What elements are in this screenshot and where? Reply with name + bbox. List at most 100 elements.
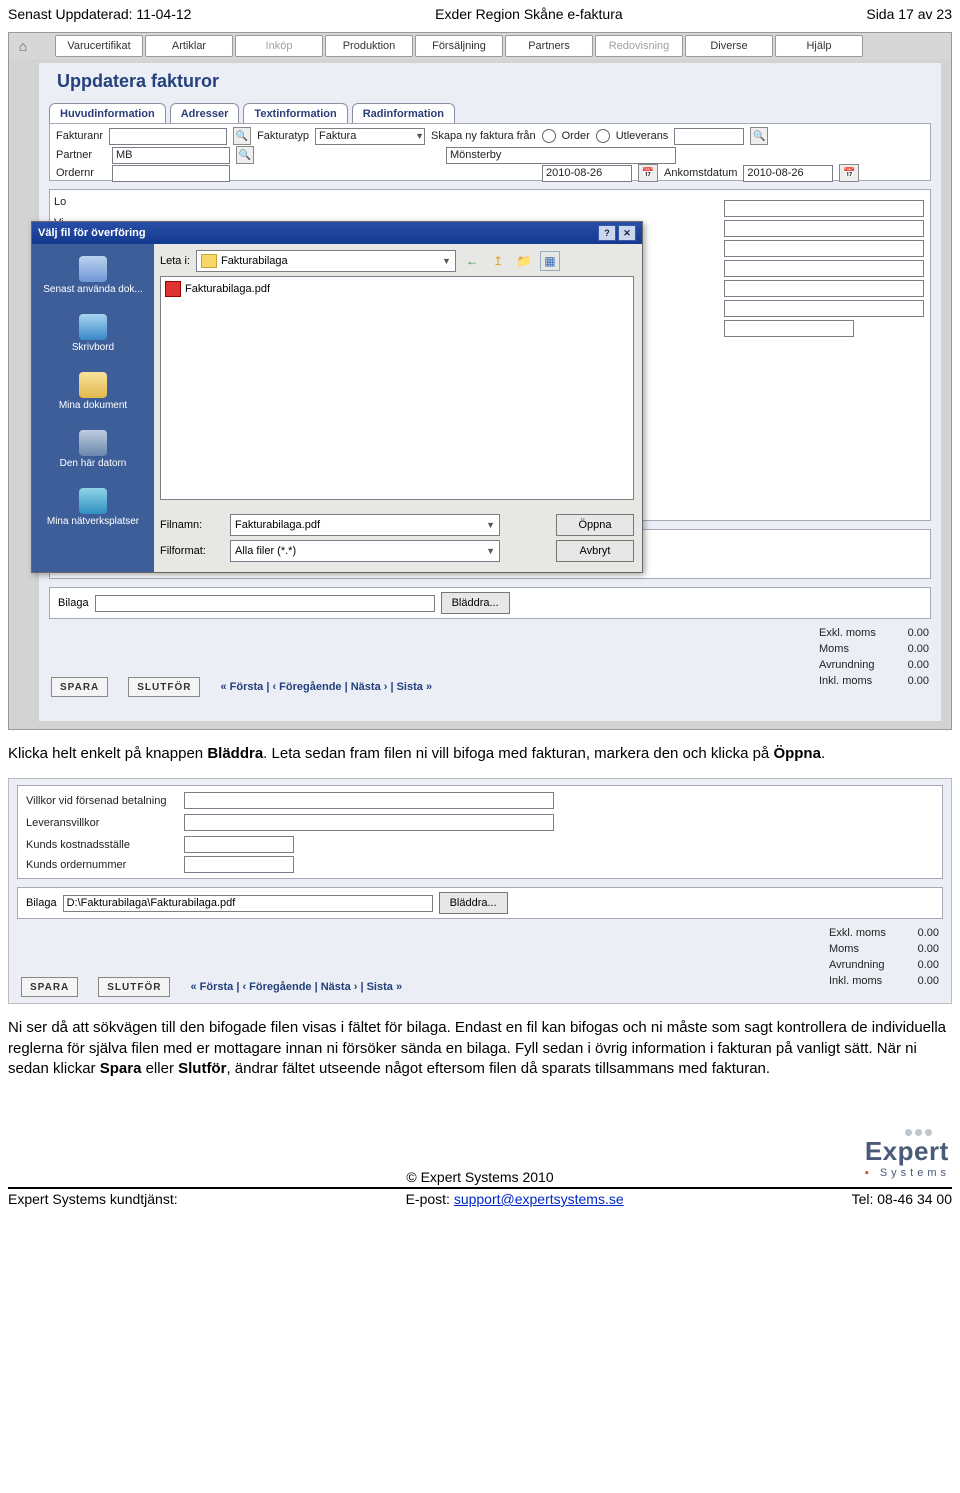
- menu-varucertifikat[interactable]: Varucertifikat: [55, 35, 143, 57]
- menu-inkop[interactable]: Inköp: [235, 35, 323, 57]
- calendar-icon[interactable]: 📅: [638, 164, 658, 182]
- paragraph-1: Klicka helt enkelt på knappen Bläddra. L…: [0, 740, 960, 764]
- side-network[interactable]: Mina nätverksplatser: [32, 478, 154, 536]
- menu-forsaljning[interactable]: Försäljning: [415, 35, 503, 57]
- foot-right: Tel: 08-46 34 00: [852, 1191, 952, 1207]
- browse-button-2[interactable]: Bläddra...: [439, 892, 508, 914]
- file-list[interactable]: Fakturabilaga.pdf: [160, 276, 634, 500]
- dialog-sidebar: Senast använda dok... Skrivbord Mina dok…: [32, 244, 154, 572]
- inp-ordernummer2[interactable]: [184, 856, 294, 873]
- view-icon[interactable]: ▦: [540, 251, 560, 271]
- field-right[interactable]: [724, 320, 854, 337]
- field-right[interactable]: [724, 220, 924, 237]
- tab-adresser[interactable]: Adresser: [170, 103, 240, 124]
- menu-produktion[interactable]: Produktion: [325, 35, 413, 57]
- finish-button-2[interactable]: SLUTFÖR: [98, 977, 170, 997]
- browse-button[interactable]: Bläddra...: [441, 592, 510, 614]
- up-icon[interactable]: ↥: [488, 251, 508, 271]
- inp-monsterby[interactable]: Mönsterby: [446, 147, 676, 164]
- lbl-fakturanr: Fakturanr: [56, 130, 103, 142]
- page-title: Uppdatera fakturor: [57, 71, 219, 92]
- side-recent[interactable]: Senast använda dok...: [32, 246, 154, 304]
- file-dialog: Välj fil för överföring ? ✕ Senast använ…: [31, 221, 643, 573]
- save-button[interactable]: SPARA: [51, 677, 108, 697]
- dialog-title: Välj fil för överföring: [38, 227, 146, 239]
- fileformat-dropdown[interactable]: Alla filer (*.*)▼: [230, 540, 500, 562]
- filename-input[interactable]: Fakturabilaga.pdf▼: [230, 514, 500, 536]
- lbl-ordernr: Ordernr: [56, 167, 106, 179]
- screenshot-1: ⌂ Varucertifikat Artiklar Inköp Produkti…: [8, 32, 952, 730]
- inp-leveransvillkor[interactable]: [184, 814, 554, 831]
- tab-huvudinformation[interactable]: Huvudinformation: [49, 103, 166, 124]
- file-item[interactable]: Fakturabilaga.pdf: [165, 281, 629, 297]
- foot-left: Expert Systems kundtjänst:: [8, 1191, 178, 1207]
- inp-villkor[interactable]: [184, 792, 554, 809]
- inp-partner[interactable]: MB: [112, 147, 230, 164]
- save-button-2[interactable]: SPARA: [21, 977, 78, 997]
- inp-ordernr[interactable]: [112, 165, 230, 182]
- search-icon-3[interactable]: 🔍: [236, 146, 254, 164]
- home-icon[interactable]: ⌂: [13, 36, 33, 56]
- inp-date2[interactable]: 2010-08-26: [743, 165, 833, 182]
- lbl-ordernummer2: Kunds ordernummer: [26, 859, 184, 871]
- doc-page: Sida 17 av 23: [866, 6, 952, 22]
- search-icon-2[interactable]: 🔍: [750, 127, 768, 145]
- side-desktop[interactable]: Skrivbord: [32, 304, 154, 362]
- email-link[interactable]: support@expertsystems.se: [454, 1191, 624, 1207]
- close-icon[interactable]: ✕: [618, 225, 636, 241]
- sel-fakturatyp[interactable]: Faktura▼: [315, 128, 425, 145]
- tab-radinformation[interactable]: Radinformation: [352, 103, 455, 124]
- help-icon[interactable]: ?: [598, 225, 616, 241]
- lbl-leta-i: Leta i:: [160, 255, 190, 267]
- folder-dropdown[interactable]: Fakturabilaga▼: [196, 250, 456, 272]
- radio-order[interactable]: [542, 129, 556, 143]
- expert-logo: Expert ▪ Systems: [865, 1129, 950, 1179]
- inp-kostnadsstalle2[interactable]: [184, 836, 294, 853]
- search-icon[interactable]: 🔍: [233, 127, 251, 145]
- lbl-filformat: Filformat:: [160, 545, 220, 557]
- cancel-button[interactable]: Avbryt: [556, 540, 634, 562]
- tab-textinformation[interactable]: Textinformation: [243, 103, 347, 124]
- inp-skapa[interactable]: [674, 128, 744, 145]
- lbl-order: Order: [562, 130, 590, 142]
- finish-button[interactable]: SLUTFÖR: [128, 677, 200, 697]
- radio-utleverans[interactable]: [596, 129, 610, 143]
- field-right[interactable]: [724, 280, 924, 297]
- copyright: © Expert Systems 2010: [0, 1169, 960, 1185]
- totals: Exkl. moms0.00 Moms0.00 Avrundning0.00 I…: [819, 625, 929, 689]
- menu-artiklar[interactable]: Artiklar: [145, 35, 233, 57]
- side-computer[interactable]: Den här datorn: [32, 420, 154, 478]
- lbl-utlev: Utleverans: [616, 130, 669, 142]
- menubar: ⌂ Varucertifikat Artiklar Inköp Produkti…: [9, 33, 951, 59]
- inp-bilaga2[interactable]: D:\Fakturabilaga\Fakturabilaga.pdf: [63, 895, 433, 912]
- inp-date1[interactable]: 2010-08-26: [542, 165, 632, 182]
- pdf-icon: [165, 281, 181, 297]
- back-icon[interactable]: ←: [462, 251, 482, 271]
- open-button[interactable]: Öppna: [556, 514, 634, 536]
- pager-2[interactable]: « Första | ‹ Föregående | Nästa › | Sist…: [190, 981, 402, 993]
- newfolder-icon[interactable]: 📁: [514, 251, 534, 271]
- side-mydocs[interactable]: Mina dokument: [32, 362, 154, 420]
- bilaga-panel: Bilaga Bläddra...: [49, 587, 931, 619]
- menu-partners[interactable]: Partners: [505, 35, 593, 57]
- field-right[interactable]: [724, 300, 924, 317]
- foot-mid: E-post: support@expertsystems.se: [406, 1191, 624, 1207]
- lbl-skapa: Skapa ny faktura från: [431, 130, 536, 142]
- lbl-bilaga2: Bilaga: [26, 897, 57, 909]
- inp-bilaga[interactable]: [95, 595, 435, 612]
- lbl-kostnadsstalle2: Kunds kostnadsställe: [26, 839, 184, 851]
- lbl-villkor: Villkor vid försenad betalning: [26, 795, 184, 807]
- field-right[interactable]: [724, 200, 924, 217]
- inp-fakturanr[interactable]: [109, 128, 227, 145]
- pager[interactable]: « Första | ‹ Föregående | Nästa › | Sist…: [220, 681, 432, 693]
- field-right[interactable]: [724, 260, 924, 277]
- menu-diverse[interactable]: Diverse: [685, 35, 773, 57]
- bilaga-panel-2: Bilaga D:\Fakturabilaga\Fakturabilaga.pd…: [17, 887, 943, 919]
- calendar-icon-2[interactable]: 📅: [839, 164, 859, 182]
- totals-2: Exkl. moms0.00 Moms0.00 Avrundning0.00 I…: [829, 925, 939, 989]
- menu-redovisning[interactable]: Redovisning: [595, 35, 683, 57]
- trunc-label: Lo: [54, 192, 66, 213]
- lbl-bilaga: Bilaga: [58, 597, 89, 609]
- field-right[interactable]: [724, 240, 924, 257]
- menu-hjalp[interactable]: Hjälp: [775, 35, 863, 57]
